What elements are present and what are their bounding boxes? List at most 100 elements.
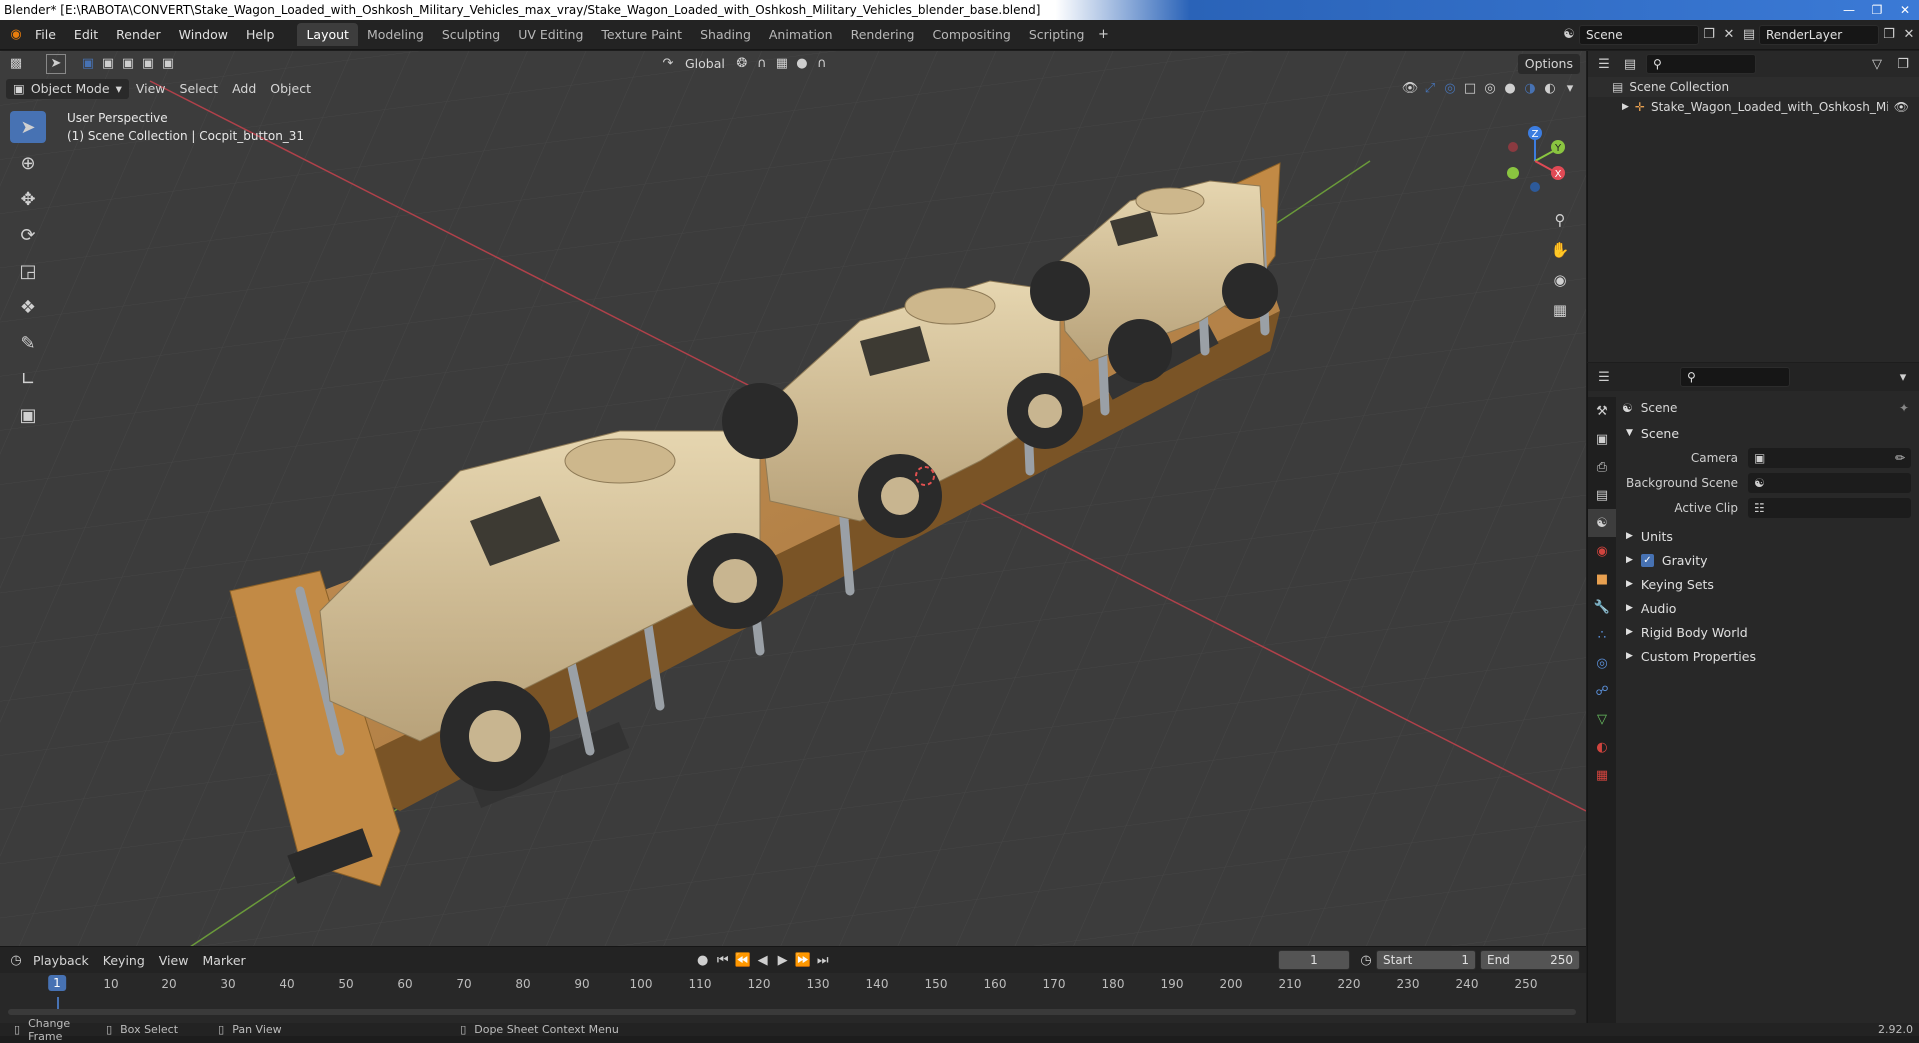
- menu-render[interactable]: Render: [107, 27, 170, 42]
- scene-tab-icon[interactable]: ☯: [1588, 509, 1616, 537]
- eye-visibility-icon[interactable]: 👁: [1894, 100, 1909, 114]
- jump-start-icon[interactable]: ⏮: [713, 950, 733, 970]
- menu-window[interactable]: Window: [170, 27, 237, 42]
- viewport-menu-select[interactable]: Select: [173, 79, 226, 99]
- properties-search-input[interactable]: ⚲: [1680, 367, 1790, 387]
- options-dropdown[interactable]: Options: [1517, 53, 1580, 74]
- snap-icon[interactable]: ∩: [752, 54, 772, 74]
- menu-file[interactable]: File: [26, 27, 65, 42]
- start-frame-field[interactable]: Start 1: [1376, 950, 1476, 970]
- end-frame-field[interactable]: End 250: [1480, 950, 1580, 970]
- viewport-menu-object[interactable]: Object: [263, 79, 318, 99]
- editor-type-icon[interactable]: ▩: [6, 54, 26, 74]
- add-workspace-icon[interactable]: +: [1093, 25, 1113, 45]
- move-tool-button[interactable]: ✥: [10, 183, 46, 215]
- tab-animation[interactable]: Animation: [760, 23, 842, 46]
- rotate-tool-button[interactable]: ⟳: [10, 219, 46, 251]
- play-icon[interactable]: ▶: [773, 950, 793, 970]
- timeline-ruler[interactable]: 1 10 20 30 40 50 60 70 80 90 100 110 120…: [0, 973, 1586, 997]
- select-tool-button[interactable]: ➤: [10, 111, 46, 143]
- gravity-panel[interactable]: ▶ ✓ Gravity: [1618, 548, 1919, 572]
- camera-field[interactable]: ▣ ✏: [1748, 447, 1911, 468]
- chevron-down-icon[interactable]: ▾: [1893, 367, 1913, 387]
- properties-editor-icon[interactable]: ☰: [1594, 367, 1614, 387]
- tab-sculpting[interactable]: Sculpting: [433, 23, 509, 46]
- eyedropper-icon[interactable]: ✏: [1895, 451, 1905, 465]
- timeline-scrollbar[interactable]: [8, 1009, 1576, 1015]
- delete-layer-icon[interactable]: ✕: [1899, 25, 1919, 45]
- perspective-toggle-icon[interactable]: ▦: [1547, 297, 1573, 323]
- texture-tab-icon[interactable]: ▦: [1588, 761, 1616, 789]
- select-box-mode-icon[interactable]: ▣: [78, 54, 98, 74]
- zoom-icon[interactable]: ⚲: [1547, 207, 1573, 233]
- timeline-menu-playback[interactable]: Playback: [26, 950, 96, 970]
- material-tab-icon[interactable]: ◐: [1588, 733, 1616, 761]
- output-tab-icon[interactable]: ⎙: [1588, 453, 1616, 481]
- add-cube-tool-button[interactable]: ▣: [10, 399, 46, 431]
- axis-gizmo[interactable]: Z Y X: [1495, 113, 1585, 203]
- view-layer-tab-icon[interactable]: ▤: [1588, 481, 1616, 509]
- new-collection-icon[interactable]: ❐: [1893, 54, 1913, 74]
- data-tab-icon[interactable]: ▽: [1588, 705, 1616, 733]
- next-keyframe-icon[interactable]: ⏩: [793, 950, 813, 970]
- physics-tab-icon[interactable]: ◎: [1588, 649, 1616, 677]
- copy-scene-icon[interactable]: ❐: [1699, 25, 1719, 45]
- cursor-tool-button[interactable]: ⊕: [10, 147, 46, 179]
- custom-properties-panel[interactable]: ▶ Custom Properties: [1618, 644, 1919, 668]
- shading-options-icon[interactable]: ▾: [1560, 79, 1580, 99]
- timeline-menu-view[interactable]: View: [152, 950, 196, 970]
- measure-tool-button[interactable]: ∟: [10, 363, 46, 395]
- rigid-body-world-panel[interactable]: ▶ Rigid Body World: [1618, 620, 1919, 644]
- pivot-point-icon[interactable]: ❂: [732, 54, 752, 74]
- timeline-menu-keying[interactable]: Keying: [96, 950, 152, 970]
- display-mode-icon[interactable]: ▤: [1620, 54, 1640, 74]
- particles-tab-icon[interactable]: ∴: [1588, 621, 1616, 649]
- filter-icon[interactable]: ▽: [1867, 54, 1887, 74]
- menu-help[interactable]: Help: [237, 27, 284, 42]
- render-layer-icon[interactable]: ▤: [1739, 25, 1759, 45]
- modifier-tab-icon[interactable]: 🔧: [1588, 593, 1616, 621]
- transform-orientation-dropdown[interactable]: Global: [678, 54, 732, 74]
- xray-icon[interactable]: □: [1460, 79, 1480, 99]
- keying-sets-panel[interactable]: ▶ Keying Sets: [1618, 572, 1919, 596]
- overlay-toggle-icon[interactable]: ◎: [1440, 79, 1460, 99]
- falloff-icon[interactable]: ∩: [812, 54, 832, 74]
- select-extend-icon[interactable]: ▣: [98, 54, 118, 74]
- current-frame-field[interactable]: 1: [1278, 950, 1350, 970]
- menu-edit[interactable]: Edit: [65, 27, 107, 42]
- outliner-item[interactable]: ▶ ✛ Stake_Wagon_Loaded_with_Oshkosh_Mili…: [1588, 97, 1919, 117]
- minimize-icon[interactable]: —: [1835, 0, 1863, 20]
- timeline-menu-marker[interactable]: Marker: [195, 950, 252, 970]
- tab-layout[interactable]: Layout: [297, 23, 358, 46]
- outliner-editor-icon[interactable]: ☰: [1594, 54, 1614, 74]
- viewport-menu-add[interactable]: Add: [225, 79, 263, 99]
- units-panel[interactable]: ▶ Units: [1618, 524, 1919, 548]
- restore-icon[interactable]: ❐: [1863, 0, 1891, 20]
- camera-view-icon[interactable]: ◉: [1547, 267, 1573, 293]
- record-icon[interactable]: ●: [693, 950, 713, 970]
- scene-selector[interactable]: Scene: [1579, 24, 1699, 45]
- timeline-editor-icon[interactable]: ◷: [6, 950, 26, 970]
- preview-range-icon[interactable]: ◷: [1356, 950, 1376, 970]
- delete-scene-icon[interactable]: ✕: [1719, 25, 1739, 45]
- pan-hand-icon[interactable]: ✋: [1547, 237, 1573, 263]
- tab-rendering[interactable]: Rendering: [842, 23, 924, 46]
- timeline-editor[interactable]: ◷ Playback Keying View Marker ● ⏮ ⏪ ◀ ▶ …: [0, 947, 1586, 1023]
- scene-icon[interactable]: ☯: [1559, 25, 1579, 45]
- proportional-edit-icon[interactable]: ●: [792, 54, 812, 74]
- viewport-menu-view[interactable]: View: [129, 79, 173, 99]
- rendered-shading-icon[interactable]: ◐: [1540, 79, 1560, 99]
- visibility-icon[interactable]: 👁: [1400, 79, 1420, 99]
- constraints-tab-icon[interactable]: ☍: [1588, 677, 1616, 705]
- select-invert-icon[interactable]: ▣: [138, 54, 158, 74]
- material-shading-icon[interactable]: ◑: [1520, 79, 1540, 99]
- outliner-scene-collection[interactable]: ▤ Scene Collection: [1588, 77, 1919, 97]
- gizmo-toggle-icon[interactable]: ⤢: [1420, 79, 1440, 99]
- scene-section-header[interactable]: ▼ Scene: [1618, 421, 1919, 445]
- navigation-gizmo[interactable]: Z Y X ⚲ ✋ ◉ ▦: [1495, 113, 1585, 319]
- blender-logo-icon[interactable]: ◉: [6, 25, 26, 45]
- tool-tab-icon[interactable]: ⚒: [1588, 397, 1616, 425]
- audio-panel[interactable]: ▶ Audio: [1618, 596, 1919, 620]
- outliner-search-input[interactable]: ⚲: [1646, 54, 1756, 74]
- transform-orientation-icon[interactable]: ↷: [658, 54, 678, 74]
